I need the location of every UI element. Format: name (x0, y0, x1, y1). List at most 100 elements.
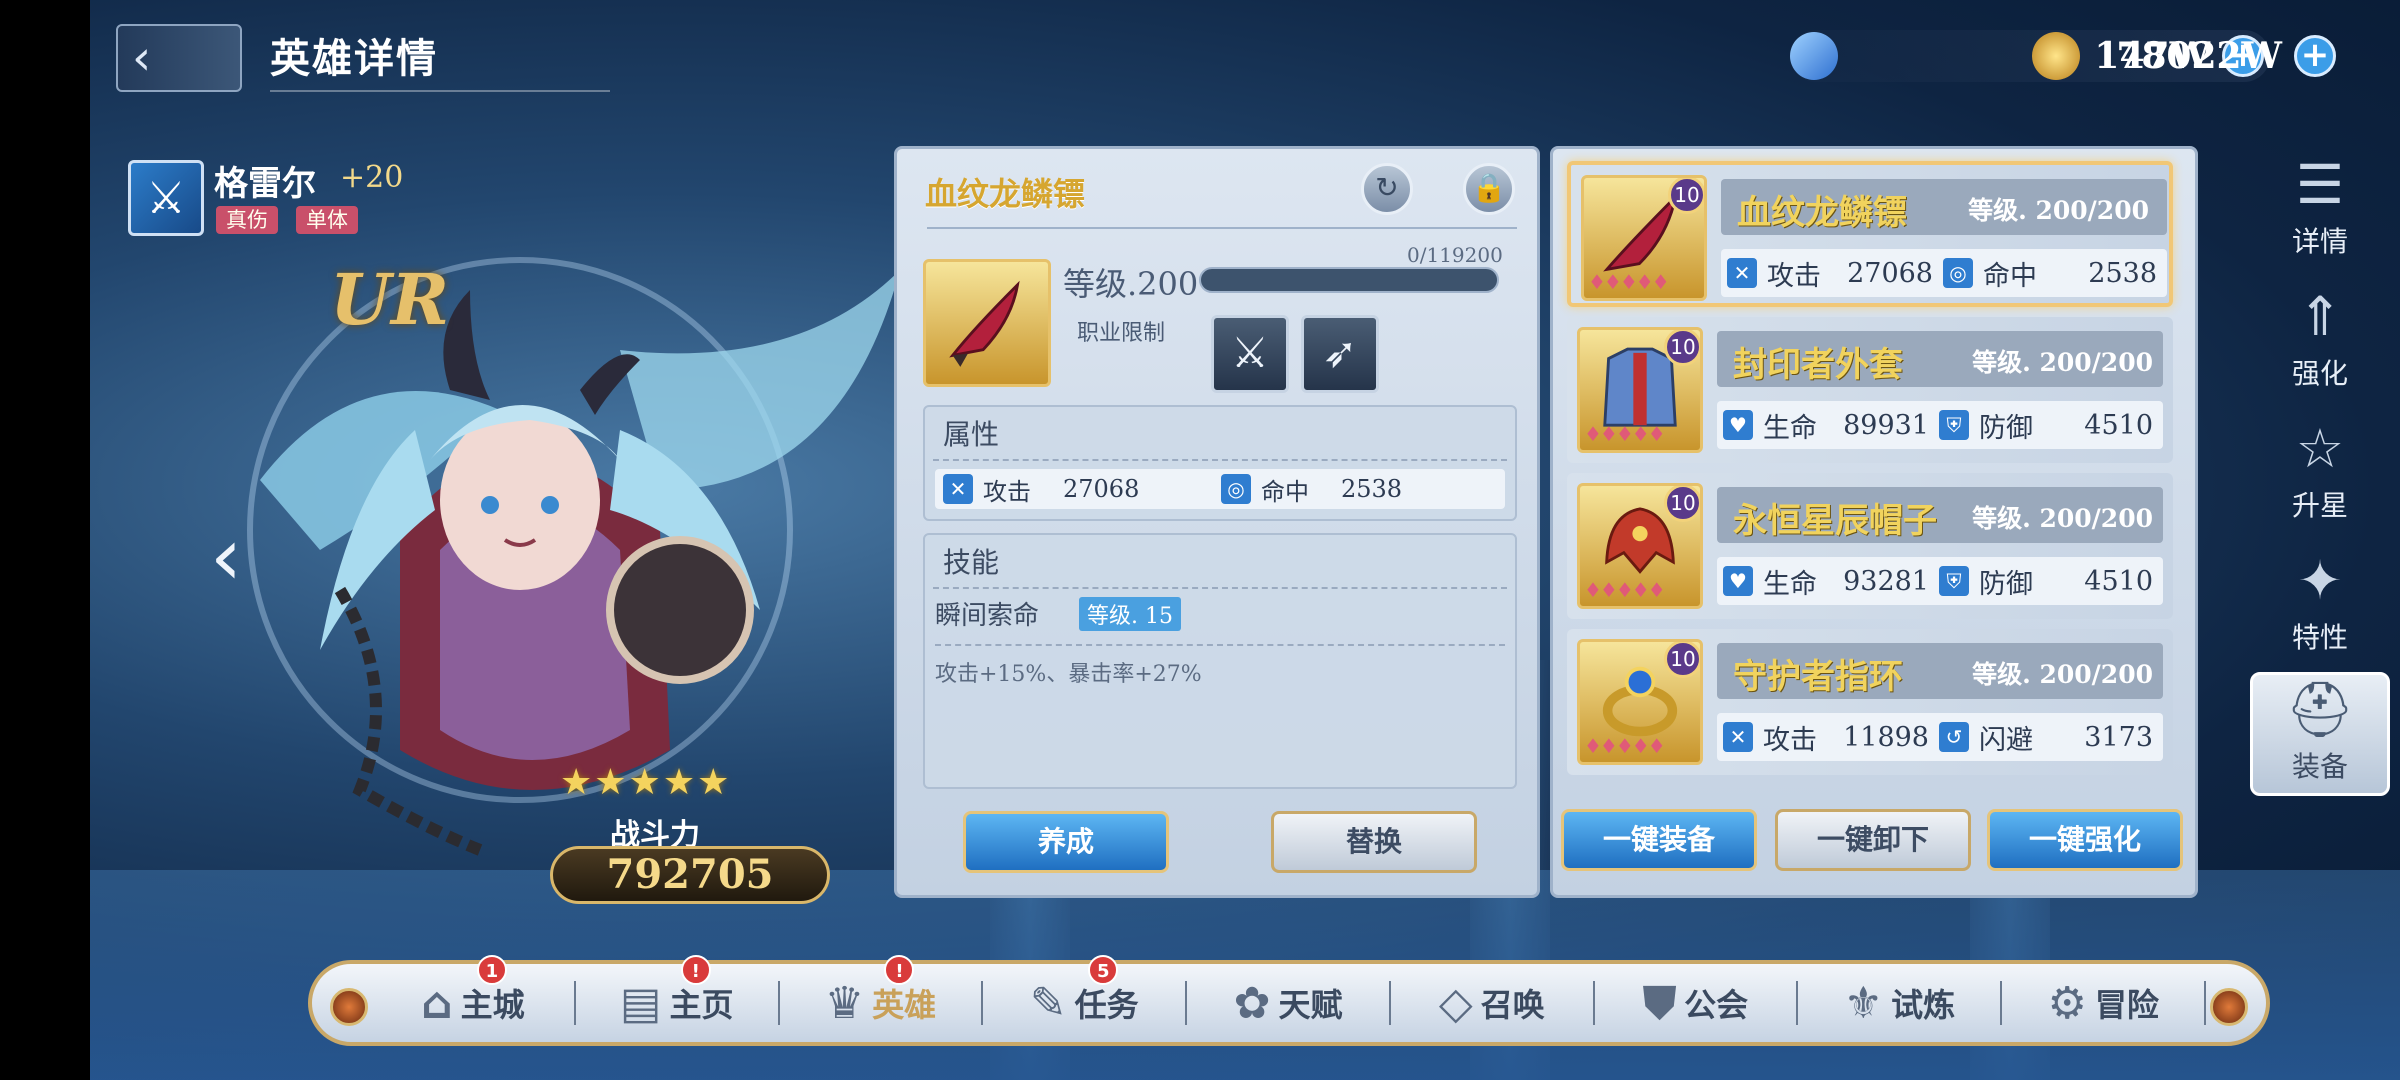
equipment-level: 等级. 200/200 (1972, 504, 2153, 533)
unequip-all-button[interactable]: 一键卸下 (1775, 809, 1971, 871)
nav-talent[interactable]: ✿ 天赋 (1187, 978, 1391, 1029)
equipment-level: 等级. 200/200 (1972, 660, 2153, 689)
equipment-stats: ✕ 攻击 11898 ↺ 闪避 3173 (1717, 713, 2163, 761)
equipment-level: 等级. 200/200 (1968, 196, 2149, 225)
equipment-slot-helmet[interactable]: 10 ♦♦♦♦♦ 永恒星辰帽子 等级. 200/200 ♥ 生命 93281 ⛨… (1567, 473, 2173, 619)
class-restriction-label: 职业限制 (1077, 321, 1166, 346)
add-gold-button[interactable]: + (2294, 35, 2336, 77)
back-button[interactable]: ‹ (116, 24, 242, 92)
helmet-icon: 10 ♦♦♦♦♦ (1577, 483, 1703, 609)
lock-icon: 🔒 (1471, 171, 1507, 204)
item-detail-panel: 血纹龙鳞镖 ↻ 🔒 等级.200 0/119200 职业限制 ⚔ ➶ 属性 ✕ … (894, 146, 1540, 898)
shield-icon: ⛨ (1939, 410, 1969, 440)
attribute-section: 属性 ✕ 攻击 27068 ◎ 命中 2538 (923, 405, 1517, 521)
equipment-stars: ♦♦♦♦♦ (1588, 270, 1670, 294)
nav-hero[interactable]: ♛ 英雄! (780, 955, 984, 1029)
bottom-navigation: ⌂ 主城 1 ▤ 主页! ♛ 英雄! ✎ 任务 5 ✿ 天赋 ◇ 召唤 ⛊ 公会 ⚜ 试炼 ⚙ 冒险 (308, 955, 2270, 1046)
equipment-name: 血纹龙鳞镖 (1737, 193, 1907, 233)
upgrade-icon: ⇑ (2297, 285, 2343, 348)
trial-icon: ⚜ (1843, 977, 1884, 1029)
skill-title: 技能 (933, 535, 1507, 589)
replace-button[interactable]: 替换 (1271, 811, 1477, 873)
previous-hero-button[interactable]: ‹ (210, 510, 242, 603)
accuracy-icon: ◎ (1221, 474, 1251, 504)
item-level: 等级.200 (1063, 265, 1199, 303)
equipment-rank-badge: 10 (1664, 330, 1700, 366)
tab-enhance[interactable]: ⇑ 强化 (2250, 282, 2390, 402)
title-divider (927, 227, 1517, 229)
equipment-panel: 10 ♦♦♦♦♦ 血纹龙鳞镖 等级. 200/200 ✕ 攻击 27068 ◎ … (1550, 146, 2198, 898)
attack-icon: ✕ (943, 474, 973, 504)
castle-icon: ⌂ (421, 977, 453, 1029)
equipment-stats: ✕ 攻击 27068 ◎ 命中 2538 (1721, 249, 2167, 297)
nav-ornament (330, 988, 368, 1026)
accuracy-icon: ◎ (1943, 258, 1973, 288)
tab-equipment[interactable]: ⛑ 装备 (2250, 672, 2390, 796)
helmet-icon: ⛑ (2285, 678, 2355, 741)
equipment-name: 守护者指环 (1733, 657, 1903, 697)
nav-home[interactable]: ▤ 主页! (576, 955, 780, 1029)
item-title: 血纹龙鳞镖 (925, 175, 1086, 213)
item-exp-bar (1199, 267, 1499, 293)
bow-class-button[interactable]: ➶ (1301, 315, 1379, 393)
nav-trial[interactable]: ⚜ 试炼 (1798, 978, 2003, 1029)
nav-tasks[interactable]: ✎ 任务 5 (983, 955, 1188, 1029)
nav-guild[interactable]: ⛊ 公会 (1595, 978, 1799, 1029)
equipment-slot-armor[interactable]: 10 ♦♦♦♦♦ 封印者外套 等级. 200/200 ♥ 生命 89931 ⛨ … (1567, 317, 2173, 463)
diamond-icon (1790, 32, 1838, 80)
power-value: 792705 (550, 846, 830, 904)
train-button[interactable]: 养成 (963, 811, 1169, 873)
equipment-rank-badge: 10 (1664, 486, 1700, 522)
hero-icon: ♛ (824, 977, 865, 1029)
item-icon (923, 259, 1051, 387)
equip-all-button[interactable]: 一键装备 (1561, 809, 1757, 871)
item-exp-text: 0/119200 (1407, 243, 1503, 267)
bow-icon: ➶ (1322, 328, 1358, 377)
nav-summon[interactable]: ◇ 召唤 (1391, 978, 1595, 1029)
home-icon: ▤ (619, 977, 662, 1029)
heart-icon: ♥ (1723, 566, 1753, 596)
refresh-icon: ↻ (1375, 171, 1399, 204)
nav-main-city[interactable]: ⌂ 主城 1 (372, 955, 576, 1029)
dart-blade-icon (949, 280, 1020, 367)
sword-class-button[interactable]: ⚔ (1211, 315, 1289, 393)
tab-star-up[interactable]: ☆ 升星 (2250, 414, 2390, 534)
equipment-stats: ♥ 生命 93281 ⛨ 防御 4510 (1717, 557, 2163, 605)
nav-ornament (2210, 988, 2248, 1026)
scroll-icon: ☰ (2295, 153, 2345, 216)
summon-icon: ◇ (1438, 977, 1473, 1029)
equipment-level: 等级. 200/200 (1972, 348, 2153, 377)
attack-icon: ✕ (1723, 722, 1753, 752)
chevron-left-icon: ‹ (132, 30, 152, 86)
guild-icon: ⛊ (1643, 977, 1677, 1029)
enhance-all-button[interactable]: 一键强化 (1987, 809, 2183, 871)
tab-details[interactable]: ☰ 详情 (2250, 150, 2390, 270)
skill-name: 瞬间索命 (935, 601, 1040, 631)
refresh-button[interactable]: ↻ (1361, 163, 1413, 215)
adventure-icon: ⚙ (2047, 977, 2087, 1029)
tab-traits[interactable]: ✦ 特性 (2250, 546, 2390, 666)
attribute-title: 属性 (933, 407, 1507, 461)
armor-icon: 10 ♦♦♦♦♦ (1577, 327, 1703, 453)
rarity-badge: UR (330, 258, 450, 341)
attack-icon: ✕ (1727, 258, 1757, 288)
equipment-slot-ring[interactable]: 10 ♦♦♦♦♦ 守护者指环 等级. 200/200 ✕ 攻击 11898 ↺ … (1567, 629, 2173, 775)
trait-icon: ✦ (2297, 549, 2343, 612)
hero-enhance-level: +20 (340, 160, 404, 195)
equipment-name: 永恒星辰帽子 (1733, 501, 1937, 541)
nav-adventure[interactable]: ⚙ 冒险 (2002, 978, 2207, 1029)
dodge-icon: ↺ (1939, 722, 1969, 752)
hero-tag: 单体 (296, 206, 358, 234)
hero-tag: 真伤 (216, 206, 278, 234)
skill-description: 攻击+15%、暴击率+27% (935, 644, 1505, 688)
sword-icon: ⚔ (128, 160, 204, 236)
task-icon: ✎ (1029, 977, 1067, 1029)
hero-name: 格雷尔 (214, 164, 316, 204)
skill-level: 等级. 15 (1079, 596, 1181, 631)
lock-button[interactable]: 🔒 (1463, 163, 1515, 215)
equipment-slot-weapon[interactable]: 10 ♦♦♦♦♦ 血纹龙鳞镖 等级. 200/200 ✕ 攻击 27068 ◎ … (1567, 161, 2173, 307)
equipment-stars: ♦♦♦♦♦ (1584, 734, 1666, 758)
game-scene: ‹ 英雄详情 147W + 78022W + ⚔ 格雷尔 +20 真伤 单体 U… (90, 0, 2400, 1080)
sword-icon: ⚔ (1231, 328, 1269, 377)
hero-stars: ★★★★★ (560, 762, 732, 803)
